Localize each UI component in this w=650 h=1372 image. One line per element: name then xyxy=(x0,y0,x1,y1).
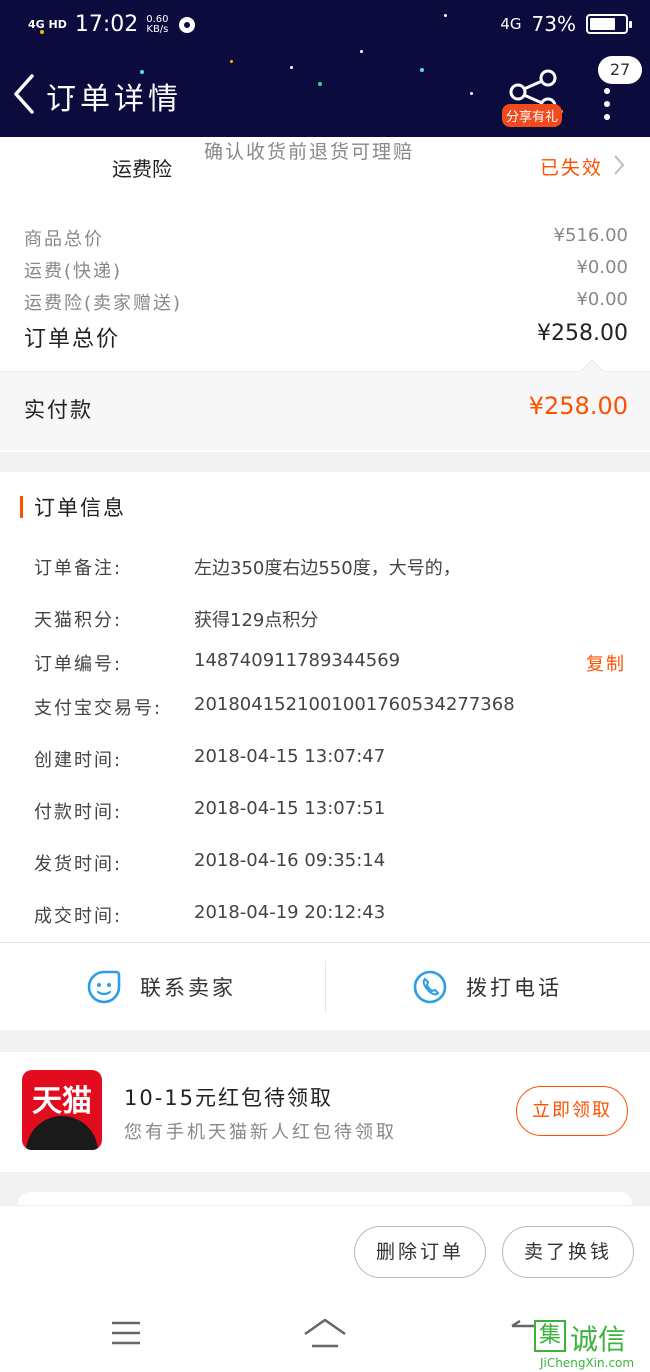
order-total-row: 订单总价 ¥258.00 xyxy=(24,321,628,352)
order-number-row: 订单编号: 148740911789344569 复制 xyxy=(34,650,634,678)
insurance-status[interactable]: 已失效 xyxy=(540,153,603,180)
app-header: 4G HD 17:02 0.60 KB/s 4G 73% 订单详情 分享有礼 2… xyxy=(0,0,650,137)
star-decoration xyxy=(360,50,363,53)
info-label: 订单备注: xyxy=(34,558,123,579)
info-label: 成交时间: xyxy=(34,906,123,927)
paid-time-row: 付款时间: 2018-04-15 13:07:51 xyxy=(34,798,634,826)
price-label: 运费险(卖家赠送) xyxy=(24,293,183,314)
menu-icon[interactable] xyxy=(110,1320,142,1346)
actual-payment-label: 实付款 xyxy=(24,398,93,422)
sell-for-cash-button[interactable]: 卖了换钱 xyxy=(502,1226,634,1278)
battery-icon xyxy=(586,14,632,34)
back-icon[interactable] xyxy=(10,72,40,116)
info-value: 2018-04-16 09:35:14 xyxy=(194,850,386,871)
info-value: 左边350度右边550度，大号的， xyxy=(194,558,461,579)
order-info-card: 订单信息 订单备注: 左边350度右边550度，大号的， 天猫积分: 获得129… xyxy=(0,472,650,1030)
info-label: 创建时间: xyxy=(34,750,123,771)
more-dots-icon xyxy=(604,88,610,127)
price-label: 运费(快递) xyxy=(24,261,123,282)
signal-indicator: 4G HD xyxy=(28,18,67,31)
watermark-url: JiChengXin.com xyxy=(540,1356,635,1370)
battery-percent: 73% xyxy=(531,12,576,36)
promo-title: 10-15元红包待领取 xyxy=(124,1086,334,1110)
info-value: 148740911789344569 xyxy=(194,650,401,671)
claim-now-button[interactable]: 立即领取 xyxy=(516,1086,628,1136)
message-count-badge: 27 xyxy=(598,56,642,84)
info-label: 发货时间: xyxy=(34,854,123,875)
call-phone-button[interactable]: 拨打电话 xyxy=(412,943,562,1031)
status-bar: 4G HD 17:02 0.60 KB/s 4G 73% xyxy=(0,8,650,44)
info-label: 订单编号: xyxy=(34,654,123,675)
price-label: 商品总价 xyxy=(24,229,104,250)
system-navigation-bar: 集 诚信 JiChengXin.com xyxy=(0,1300,650,1372)
red-packet-promo: 天猫 10-15元红包待领取 您有手机天猫新人红包待领取 立即领取 xyxy=(0,1052,650,1172)
actual-payment-value: ¥258.00 xyxy=(528,392,628,420)
info-label: 付款时间: xyxy=(34,802,123,823)
info-value: 2018-04-19 20:12:43 xyxy=(194,902,386,923)
price-row: 商品总价 ¥516.00 xyxy=(24,225,628,255)
info-label: 天猫积分: xyxy=(34,610,123,631)
tmall-logo-text: 天猫 xyxy=(32,1084,92,1119)
price-row: 运费险(卖家赠送) ¥0.00 xyxy=(24,289,628,319)
alipay-trade-row: 支付宝交易号: 2018041521001001760534277368 xyxy=(34,694,634,722)
section-accent-bar xyxy=(20,496,23,518)
actual-payment-row: 实付款 ¥258.00 xyxy=(0,359,650,451)
info-value: 2018-04-15 13:07:47 xyxy=(194,746,386,767)
tmall-logo: 天猫 xyxy=(22,1070,102,1150)
page-title: 订单详情 xyxy=(46,82,182,117)
status-time: 17:02 xyxy=(74,12,139,37)
tmall-cat-icon xyxy=(26,1116,98,1150)
contact-seller-button[interactable]: 联系卖家 xyxy=(86,943,236,1031)
delete-order-button[interactable]: 删除订单 xyxy=(354,1226,486,1278)
watermark-text: 诚信 xyxy=(570,1323,627,1356)
network-type: 4G xyxy=(500,15,522,33)
points-row: 天猫积分: 获得129点积分 xyxy=(34,606,634,634)
price-value: ¥0.00 xyxy=(576,257,628,278)
info-label: 支付宝交易号: xyxy=(34,698,163,719)
navigation-bar: 订单详情 分享有礼 27 xyxy=(0,56,650,130)
chat-face-icon xyxy=(87,970,121,1004)
insurance-name: 运费险 xyxy=(112,157,172,181)
call-phone-label: 拨打电话 xyxy=(466,976,562,1000)
copy-order-number-button[interactable]: 复制 xyxy=(586,650,626,676)
watermark-mark: 集 xyxy=(534,1320,566,1352)
order-total-label: 订单总价 xyxy=(24,327,121,352)
contact-bar: 联系卖家 拨打电话 xyxy=(0,942,650,1030)
network-speed-unit: KB/s xyxy=(146,23,169,35)
info-value: 2018041521001001760534277368 xyxy=(194,694,515,715)
vpn-icon xyxy=(178,16,195,33)
order-info-title: 订单信息 xyxy=(34,496,126,520)
price-value: ¥0.00 xyxy=(576,289,628,310)
insurance-description: 确认收货前退货可理赔 xyxy=(204,141,415,163)
phone-icon xyxy=(413,970,447,1004)
shipped-time-row: 发货时间: 2018-04-16 09:35:14 xyxy=(34,850,634,878)
order-note-row: 订单备注: 左边350度右边550度，大号的， xyxy=(34,554,634,582)
promo-subtitle: 您有手机天猫新人红包待领取 xyxy=(124,1122,397,1143)
more-menu-button[interactable]: 27 xyxy=(598,56,644,136)
share-reward-badge[interactable]: 分享有礼 xyxy=(502,104,563,127)
chevron-right-icon[interactable] xyxy=(612,153,626,177)
info-value: 获得129点积分 xyxy=(194,610,319,631)
order-total-value: ¥258.00 xyxy=(537,321,628,346)
battery-fill xyxy=(590,18,615,30)
bottom-action-bar: 删除订单 卖了换钱 xyxy=(0,1205,650,1300)
home-icon[interactable] xyxy=(302,1316,348,1350)
watermark-logo: 集 诚信 JiChengXin.com xyxy=(534,1318,650,1372)
price-row: 运费(快递) ¥0.00 xyxy=(24,257,628,287)
created-time-row: 创建时间: 2018-04-15 13:07:47 xyxy=(34,746,634,774)
price-value: ¥516.00 xyxy=(553,225,628,246)
info-value: 2018-04-15 13:07:51 xyxy=(194,798,386,819)
completed-time-row: 成交时间: 2018-04-19 20:12:43 xyxy=(34,902,634,930)
network-speed: 0.60 KB/s xyxy=(146,14,169,35)
price-summary-card: 运费险 确认收货前退货可理赔 已失效 商品总价 ¥516.00 运费(快递) ¥… xyxy=(0,137,650,452)
contact-seller-label: 联系卖家 xyxy=(140,976,236,1000)
